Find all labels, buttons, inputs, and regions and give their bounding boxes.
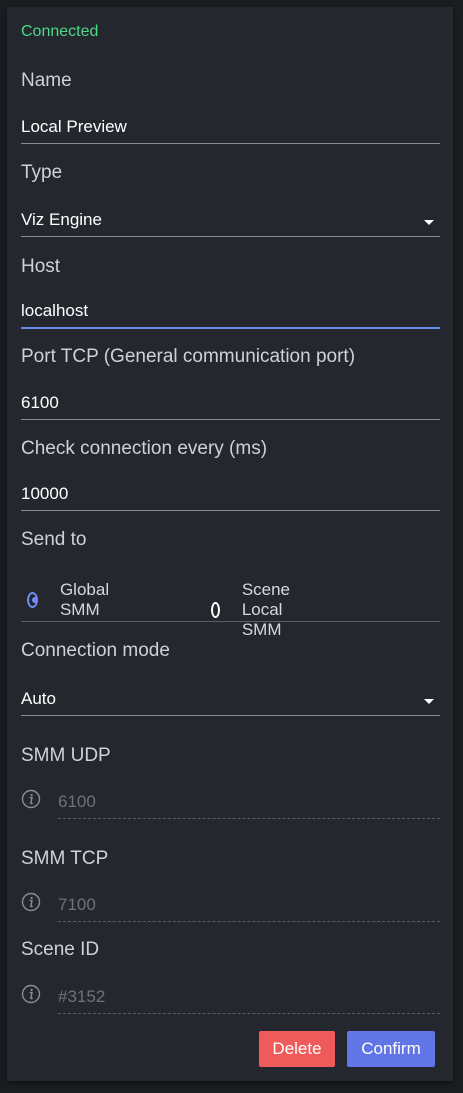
chevron-down-icon xyxy=(424,220,434,225)
smm-udp-field: 6100 xyxy=(21,787,440,819)
smm-tcp-placeholder: 7100 xyxy=(58,895,96,914)
info-icon[interactable] xyxy=(21,789,41,809)
type-label: Type xyxy=(21,162,63,183)
radio-selected-icon xyxy=(27,592,38,608)
delete-button[interactable]: Delete xyxy=(259,1031,335,1067)
check-connection-field[interactable]: 10000 xyxy=(21,480,440,511)
connection-settings-panel: Connected Name Local Preview Type Viz En… xyxy=(7,7,453,1081)
connection-status: Connected xyxy=(21,23,99,40)
port-tcp-label: Port TCP (General communication port) xyxy=(21,346,356,367)
type-select[interactable]: Viz Engine xyxy=(21,206,440,237)
smm-tcp-input[interactable]: 7100 xyxy=(58,890,440,922)
type-value: Viz Engine xyxy=(21,210,102,229)
name-value: Local Preview xyxy=(21,117,127,136)
radio-scene-local-smm-label: Scene Local SMM xyxy=(241,580,291,639)
check-connection-label: Check connection every (ms) xyxy=(21,438,268,459)
host-label: Host xyxy=(21,256,61,277)
smm-udp-placeholder: 6100 xyxy=(58,792,96,811)
host-value: localhost xyxy=(21,301,89,320)
name-label: Name xyxy=(21,70,72,91)
smm-udp-input[interactable]: 6100 xyxy=(58,787,440,819)
radio-unselected-icon xyxy=(211,602,220,618)
confirm-button[interactable]: Confirm xyxy=(347,1031,435,1067)
smm-tcp-field: 7100 xyxy=(21,890,440,922)
scene-id-field: #3152 xyxy=(21,982,440,1014)
send-to-label: Send to xyxy=(21,529,87,550)
radio-global-smm[interactable]: Global SMM xyxy=(27,580,114,620)
info-icon[interactable] xyxy=(21,984,41,1004)
smm-tcp-label: SMM TCP xyxy=(21,848,109,869)
connection-mode-value: Auto xyxy=(21,689,56,708)
chevron-down-icon xyxy=(424,699,434,704)
connection-mode-label: Connection mode xyxy=(21,640,170,661)
port-tcp-field[interactable]: 6100 xyxy=(21,389,440,420)
scene-id-placeholder: #3152 xyxy=(58,987,106,1006)
radio-global-smm-label: Global SMM xyxy=(59,580,110,619)
name-field[interactable]: Local Preview xyxy=(21,113,440,144)
smm-udp-label: SMM UDP xyxy=(21,745,111,766)
divider xyxy=(21,621,440,622)
host-field[interactable]: localhost xyxy=(21,297,440,329)
radio-scene-local-smm[interactable]: Scene Local SMM xyxy=(211,580,297,640)
scene-id-input[interactable]: #3152 xyxy=(58,982,440,1014)
check-connection-value: 10000 xyxy=(21,484,69,503)
port-tcp-value: 6100 xyxy=(21,393,59,412)
scene-id-label: Scene ID xyxy=(21,939,100,960)
connection-mode-select[interactable]: Auto xyxy=(21,685,440,716)
info-icon[interactable] xyxy=(21,892,41,912)
